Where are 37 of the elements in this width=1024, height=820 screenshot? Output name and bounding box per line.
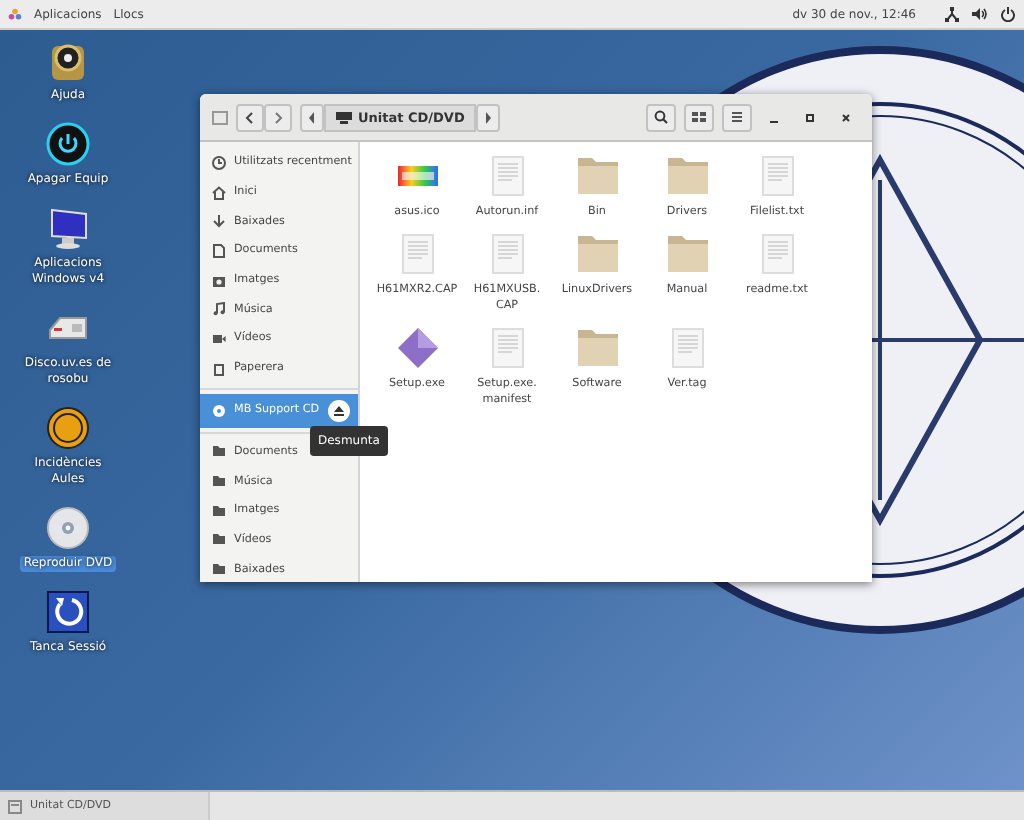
path-left-button[interactable] (300, 103, 324, 131)
view-options-button[interactable] (684, 103, 714, 131)
chevron-left-icon (244, 111, 256, 123)
volume-icon[interactable] (972, 6, 988, 22)
download-icon (212, 214, 226, 229)
diamond-icon[interactable] (397, 326, 437, 370)
camera-icon (212, 273, 226, 288)
monitor-icon[interactable] (46, 206, 90, 250)
disc-icon[interactable] (46, 506, 90, 550)
badge-icon[interactable] (46, 406, 90, 450)
disc-icon (212, 403, 226, 417)
search-icon (654, 110, 668, 124)
apps-icon[interactable] (8, 7, 22, 21)
triangle-right-icon (484, 111, 493, 123)
home-icon (212, 185, 226, 200)
path-right-button[interactable] (476, 103, 501, 131)
triangle-left-icon (308, 111, 316, 123)
logout-icon[interactable] (46, 590, 90, 634)
power-icon[interactable] (46, 122, 90, 166)
forward-button[interactable] (264, 103, 292, 131)
music-icon (212, 302, 226, 317)
back-button[interactable] (236, 103, 264, 131)
chevron-right-icon (272, 111, 284, 123)
search-button[interactable] (646, 103, 676, 131)
menu-button[interactable] (722, 103, 752, 131)
close-icon (840, 111, 852, 123)
power-icon[interactable] (1000, 6, 1016, 22)
video-icon (212, 331, 226, 346)
window-icon (8, 799, 22, 813)
document-icon (212, 243, 226, 258)
grid-icon (692, 110, 706, 124)
menu-icon (730, 110, 744, 124)
network-icon[interactable] (944, 6, 960, 22)
maximize-icon (804, 111, 816, 123)
eject-icon[interactable] (328, 399, 350, 421)
recent-icon (212, 155, 226, 170)
drive-icon (336, 111, 352, 123)
